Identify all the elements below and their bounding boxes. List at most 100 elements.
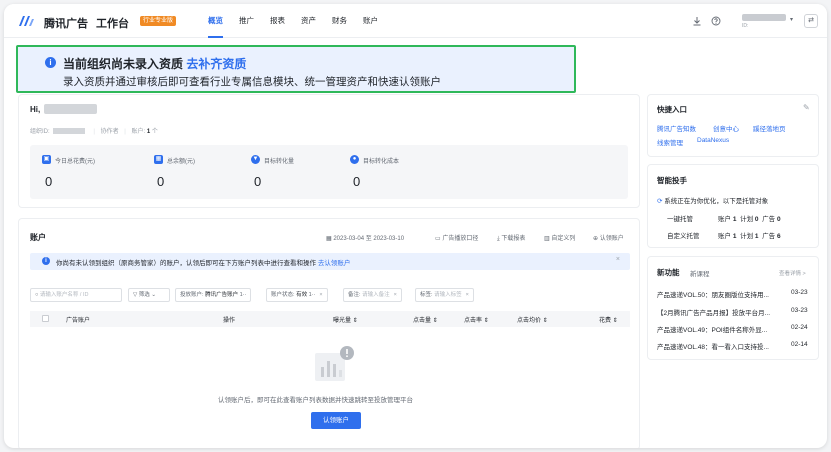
close-icon[interactable]: × [616, 256, 620, 263]
news-item-4[interactable]: 产品速递VOL.48：看一看入口支持投... [657, 341, 769, 351]
stat-value: 0 [45, 174, 53, 189]
filter-account-status[interactable]: 账户状态: 有效 1·· × [266, 288, 328, 302]
count-value: 1 [732, 233, 737, 240]
stats-panel: ▣ 今日总花费(元) 0 ▦ 总余额(元) 0 ▼ 目标转化量 0 ● 目标转化… [30, 145, 628, 199]
col-cpc[interactable]: 点击均价 ⇕ [517, 315, 548, 324]
col-ad-account: 广告账户 [66, 318, 91, 324]
account-count: 1 [146, 129, 151, 135]
news-date: 03-23 [791, 307, 808, 314]
count-label: 广告 [762, 233, 776, 240]
account-switcher[interactable]: ID: ▾ [742, 13, 798, 29]
notice-title-text: 当前组织尚未录入资质 [63, 57, 184, 71]
news-item-1[interactable]: 产品速递VOL.50：朋友圈版位支持用... [657, 289, 769, 299]
one-click-counts[interactable]: 账户 1 计划 0 广告 0 [718, 213, 781, 223]
filter-remark[interactable]: 备注: 请输入备注 × [343, 288, 402, 302]
top-bar: 腾讯广告 工作台 行业专业版 概览 推广 报表 资产 财务 账户 ID: ▾ ⇄ [4, 4, 827, 38]
filter-button[interactable]: ▽ 筛选 ⌄ [128, 288, 170, 302]
count-label: 广告 [762, 216, 776, 223]
notice-desc: 录入资质并通过审核后即可查看行业专属信息模块、统一管理资产和快速认领账户 [63, 76, 441, 88]
quick-link-zhishu[interactable]: 腾讯广告知数 [657, 123, 696, 133]
tool-label: 广告播放口径 [442, 236, 479, 242]
count-value: 0 [754, 216, 759, 223]
claim-account-link[interactable]: ⊕ 认领账户 [593, 233, 624, 242]
filter-chip-label: 备注: [348, 292, 361, 298]
col-label: 点击均价 [517, 318, 542, 324]
tab-new-courses[interactable]: 新课程 [690, 268, 710, 278]
divider: | [93, 129, 95, 135]
quick-link-leads[interactable]: 线索管理 [657, 137, 683, 147]
quick-link-creative[interactable]: 创意中心 [713, 123, 739, 133]
tool-label: 自定义列 [551, 236, 576, 242]
filter-chip-value: 腾讯广告账户 [205, 292, 239, 298]
swap-icon[interactable]: ⇄ [804, 14, 818, 28]
claim-account-button[interactable]: 认领账户 [311, 412, 361, 429]
brand-name[interactable]: 腾讯广告 [44, 15, 88, 31]
app-window: 腾讯广告 工作台 行业专业版 概览 推广 报表 资产 财务 账户 ID: ▾ ⇄… [4, 4, 827, 448]
download-report-button[interactable]: ⤓ 下载报表 [497, 233, 525, 243]
user-name-redacted [44, 104, 97, 114]
news-date: 03-23 [791, 289, 808, 296]
filter-chip-placeholder: 请输入标签 [434, 292, 462, 298]
custom-columns-button[interactable]: ▥ 自定义列 [544, 233, 575, 242]
count-value: 0 [776, 216, 781, 223]
col-ctr[interactable]: 点击率 ⇕ [464, 315, 489, 324]
date-range-picker[interactable]: ▦ 2023-03-04 至 2023-03-10 [326, 233, 404, 242]
nav-overview[interactable]: 概览 [208, 4, 223, 38]
col-impressions[interactable]: 曝光量 ⇕ [333, 315, 358, 324]
complete-qualification-link[interactable]: 去补齐资质 [186, 57, 246, 71]
news-date: 02-24 [791, 324, 808, 331]
custom-counts[interactable]: 账户 1 计划 1 广告 6 [718, 230, 781, 240]
one-click-label: 一键托管 [667, 216, 693, 223]
org-id-redacted [52, 128, 85, 135]
col-cost[interactable]: 花费 ⇕ [599, 315, 618, 324]
org-info: 组织ID: | 协作者 | 账户: 1 个 [30, 126, 158, 135]
workbench-title[interactable]: 工作台 [96, 15, 129, 31]
count-label: 账户 [718, 216, 731, 223]
org-id-label: 组织ID: [30, 129, 50, 135]
col-actions: 操作 [223, 318, 236, 324]
close-icon[interactable]: × [319, 292, 322, 298]
ad-caliber-toggle[interactable]: ▭ 广告播放口径 [435, 233, 478, 242]
accounts-title: 账户 [30, 233, 46, 242]
account-search-input[interactable]: ○ 请输入账户名称 / ID [30, 288, 122, 302]
nav-finance[interactable]: 财务 [332, 4, 347, 38]
help-icon[interactable] [711, 16, 721, 26]
select-all-checkbox[interactable] [42, 315, 49, 322]
nav-assets[interactable]: 资产 [301, 4, 316, 38]
smart-assistant-title: 智能投手 [657, 176, 687, 185]
stat-value: 0 [353, 174, 361, 189]
filter-tag[interactable]: 标签: 请输入标签 × [415, 288, 474, 302]
close-icon[interactable]: × [466, 292, 469, 298]
col-clicks[interactable]: 点击量 ⇕ [413, 315, 438, 324]
quick-link-datanexus[interactable]: DataNexus [697, 137, 729, 144]
nav-reports[interactable]: 报表 [270, 4, 285, 38]
nav-account[interactable]: 账户 [363, 4, 378, 38]
stat-label: 目标转化量 [264, 159, 295, 165]
view-details-link[interactable]: 查看详情 > [779, 269, 806, 277]
filter-icon: ▽ [133, 292, 138, 298]
table-header: 广告账户 操作 曝光量 ⇕ 点击量 ⇕ 点击率 ⇕ 点击均价 ⇕ 花费 ⇕ [30, 311, 630, 327]
filter-label: 筛选 [138, 292, 150, 298]
filter-ad-account[interactable]: 投放账户: 腾讯广告账户 1·· [175, 288, 252, 302]
qualification-notice: i 当前组织尚未录入资质 去补齐资质 录入资质并通过审核后即可查看行业专属信息模… [16, 45, 576, 93]
tab-new-features[interactable]: 新功能 [657, 267, 680, 278]
download-icon[interactable] [692, 16, 702, 26]
quick-link-landing[interactable]: 蹊径落地页 [753, 123, 786, 133]
count-value: 1 [732, 216, 737, 223]
tencent-ads-logo-icon[interactable] [18, 15, 34, 27]
role-text: 协作者 [100, 129, 119, 135]
filter-chip-suffix: 1·· [308, 292, 316, 298]
col-label: 点击量 [413, 318, 432, 324]
info-text: 你尚有未认领到组织（原商务管家）的账户，认领后即可在下方账户列表中进行查看和操作… [56, 257, 350, 267]
account-id-label: ID: [742, 23, 749, 29]
stat-value: 0 [254, 174, 262, 189]
news-item-2[interactable]: 【2月腾讯广告产品月报】投放平台月... [657, 307, 770, 317]
edit-icon[interactable]: ✎ [803, 103, 810, 112]
close-icon[interactable]: × [394, 292, 397, 298]
col-label: 点击率 [464, 318, 483, 324]
chevron-down-icon: ⌄ [151, 292, 156, 298]
go-claim-link[interactable]: 去认领账户 [318, 260, 351, 267]
info-icon: i [45, 57, 56, 68]
nav-promotion[interactable]: 推广 [239, 4, 254, 38]
news-item-3[interactable]: 产品速递VOL.49：POI组件名称外显... [657, 324, 767, 334]
